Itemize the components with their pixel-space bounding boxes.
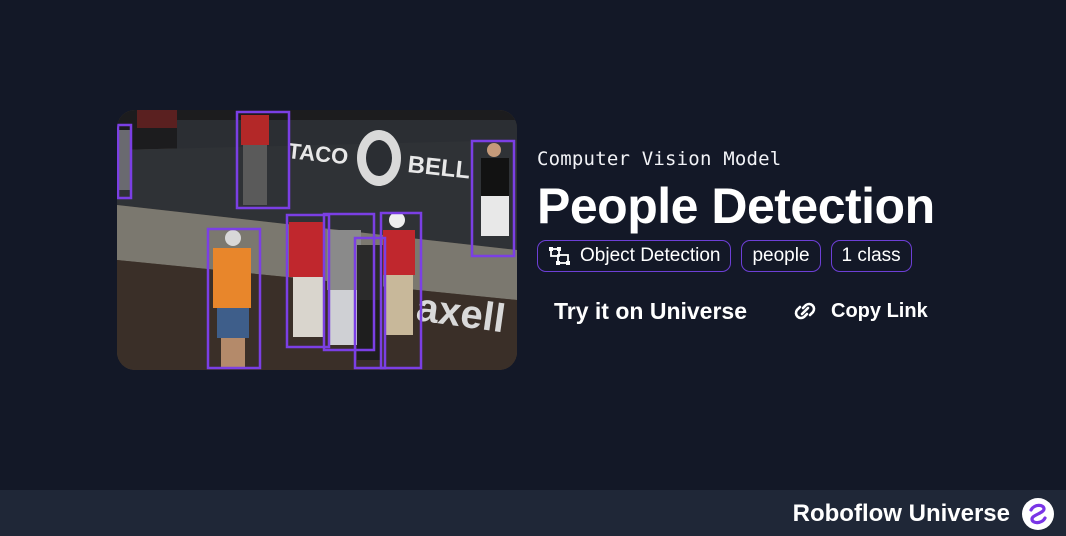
detection-preview-image: TACO BELL axell — [117, 110, 517, 370]
tag-object-detection[interactable]: Object Detection — [537, 240, 732, 272]
roboflow-logo-icon — [1022, 498, 1054, 530]
model-thumbnail[interactable]: TACO BELL axell — [117, 110, 517, 370]
model-card: TACO BELL axell Computer Vision Model Pe… — [0, 0, 1066, 490]
brand[interactable]: Roboflow Universe — [793, 498, 1054, 530]
card-actions: Try it on Universe Copy Link — [537, 294, 1017, 328]
footer-bar: Roboflow Universe — [0, 490, 1066, 536]
object-detection-icon — [548, 246, 572, 266]
tag-label: Object Detection — [580, 245, 721, 266]
model-info: Computer Vision Model People Detection O… — [537, 146, 1017, 328]
tag-label: 1 class — [841, 245, 901, 266]
copy-link-label: Copy Link — [831, 299, 928, 322]
brand-name: Roboflow Universe — [792, 500, 1010, 527]
tag-list: Object Detection people 1 class — [537, 240, 1017, 274]
tag-class-count[interactable]: 1 class — [830, 240, 912, 272]
copy-link-button[interactable]: Copy Link — [789, 298, 928, 324]
tag-label: people — [752, 245, 810, 266]
model-title: People Detection — [537, 178, 935, 234]
link-icon — [789, 298, 821, 324]
model-type-label: Computer Vision Model — [537, 148, 782, 170]
tag-people[interactable]: people — [741, 240, 821, 272]
try-on-universe-button[interactable]: Try it on Universe — [554, 298, 747, 325]
